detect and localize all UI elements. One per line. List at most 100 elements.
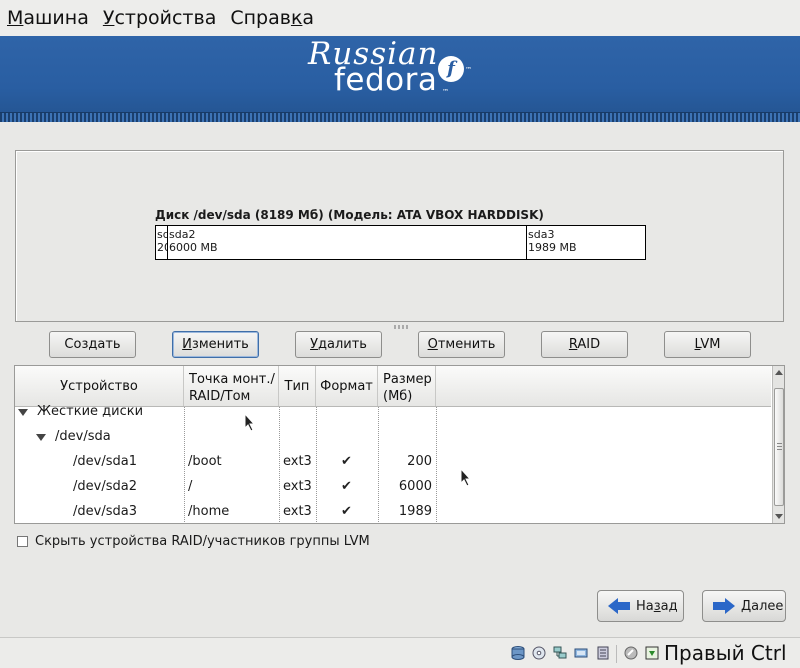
create-button[interactable]: Создать <box>49 331 136 358</box>
column-divider <box>436 407 437 523</box>
hide-raid-checkbox[interactable]: Скрыть устройства RAID/участников группы… <box>17 534 370 549</box>
edit-button-mnemonic: И <box>182 337 192 352</box>
mouse-integration-icon[interactable] <box>624 646 638 660</box>
row-size: 1989 <box>398 504 432 519</box>
menu-help-mnemonic: к <box>290 7 303 29</box>
raid-button-label: AID <box>577 337 601 352</box>
row-mount: /boot <box>188 454 222 469</box>
grip-icon <box>777 443 782 451</box>
mouse-cursor-icon <box>244 413 256 432</box>
tree-scrollbar[interactable] <box>772 366 784 523</box>
logo-fedora-text: fedora <box>334 62 438 98</box>
column-header-size[interactable]: Размер (Мб) <box>378 366 436 406</box>
partition-size: 1989 MB <box>528 241 577 254</box>
partition-size: 20 <box>157 241 167 254</box>
menu-help-label: Справ <box>230 7 291 29</box>
row-type: ext3 <box>283 479 312 494</box>
host-key-label: Правый Ctrl <box>664 641 787 665</box>
delete-button-mnemonic: У <box>310 337 318 352</box>
scrollbar-thumb[interactable] <box>774 388 784 506</box>
column-header-type[interactable]: Тип <box>279 366 316 406</box>
disk-title: Диск /dev/sda (8189 Мб) (Модель: ATA VBO… <box>155 208 544 222</box>
menu-machine[interactable]: Машина <box>0 7 96 29</box>
vm-statusbar: Правый Ctrl <box>0 637 800 668</box>
menu-machine-label: ашина <box>23 7 89 29</box>
vrdp-icon[interactable] <box>645 646 659 660</box>
hard-disk-icon[interactable] <box>511 646 525 660</box>
column-header-mount[interactable]: Точка монт./ RAID/Том <box>184 366 279 406</box>
column-header-format[interactable]: Формат <box>316 366 378 406</box>
menu-help[interactable]: Справка <box>223 7 321 29</box>
network-icon[interactable] <box>553 646 567 660</box>
disk-graphic-panel: Диск /dev/sda (8189 Мб) (Модель: ATA VBO… <box>15 150 784 322</box>
next-button[interactable]: Далее <box>702 590 786 622</box>
partition-block-sda2[interactable]: sda2 6000 MB <box>168 226 527 259</box>
fedora-infinity-icon: f <box>438 56 464 82</box>
next-button-label: Далее <box>741 598 784 614</box>
trademark-mark-2: ™ <box>442 88 449 96</box>
expander-open-icon[interactable] <box>36 434 46 441</box>
installer-banner: Russian fedora f ™ ™ <box>0 36 800 122</box>
menu-devices[interactable]: Устройства <box>96 7 223 29</box>
row-mount: /home <box>188 504 230 519</box>
column-header-device[interactable]: Устройство <box>15 366 184 406</box>
partition-block-sda1[interactable]: sd 20 <box>156 226 168 259</box>
back-button-label: Назад <box>636 598 678 614</box>
expander-open-icon[interactable] <box>18 409 28 416</box>
statusbar-separator <box>616 645 617 663</box>
delete-button[interactable]: Удалить <box>295 331 382 358</box>
column-divider <box>316 407 317 523</box>
trademark-mark: ™ <box>465 66 472 74</box>
row-device: /dev/sda2 <box>73 479 137 494</box>
partition-block-sda3[interactable]: sda3 1989 MB <box>527 226 645 259</box>
format-check-icon: ✔ <box>341 504 352 519</box>
tree-group-hard-disks[interactable]: Жесткие диски <box>37 404 143 419</box>
scroll-up-icon[interactable] <box>775 370 783 375</box>
mouse-cursor-icon <box>460 468 472 487</box>
usb-icon[interactable] <box>574 646 588 660</box>
row-type: ext3 <box>283 504 312 519</box>
cd-icon[interactable] <box>532 646 546 660</box>
hide-raid-label[interactable]: Скрыть устройства RAID/участников группы… <box>35 534 370 549</box>
partition-tree[interactable]: Устройство Точка монт./ RAID/Том Тип Фор… <box>14 365 785 524</box>
partition-name: sda3 <box>528 228 555 241</box>
disk-partition-bar: sd 20 sda2 6000 MB sda3 1989 MB <box>155 225 646 260</box>
tree-header: Устройство Точка монт./ RAID/Том Тип Фор… <box>15 366 771 407</box>
arrow-left-icon <box>608 598 630 614</box>
scroll-down-icon[interactable] <box>775 514 783 519</box>
menu-devices-label: стройства <box>114 7 217 29</box>
partition-name: sda2 <box>169 228 196 241</box>
format-check-icon: ✔ <box>341 479 352 494</box>
reset-button-mnemonic: О <box>427 337 438 352</box>
format-check-icon: ✔ <box>341 454 352 469</box>
arrow-right-icon <box>713 598 735 614</box>
raid-button[interactable]: RAID <box>541 331 628 358</box>
reset-button[interactable]: Отменить <box>418 331 505 358</box>
tree-disk-sda[interactable]: /dev/sda <box>55 429 111 444</box>
lvm-button-label: VM <box>700 337 721 352</box>
delete-button-label: далить <box>317 337 367 352</box>
menu-machine-mnemonic: М <box>7 7 24 29</box>
reset-button-label: тменить <box>437 337 496 352</box>
row-device: /dev/sda3 <box>73 504 137 519</box>
menu-devices-mnemonic: У <box>102 7 115 29</box>
checkbox-box[interactable] <box>17 536 28 547</box>
pane-splitter-handle[interactable] <box>394 325 408 329</box>
banner-stripe <box>0 112 800 122</box>
row-size: 6000 <box>398 479 432 494</box>
column-divider <box>184 407 185 523</box>
lvm-button[interactable]: LVM <box>664 331 751 358</box>
menu-help-label-end: а <box>302 7 315 29</box>
column-divider <box>279 407 280 523</box>
row-device: /dev/sda1 <box>73 454 137 469</box>
column-divider <box>378 407 379 523</box>
partition-size: 6000 MB <box>169 241 218 254</box>
row-size: 200 <box>407 454 432 469</box>
row-mount: / <box>188 479 193 494</box>
edit-button[interactable]: Изменить <box>172 331 259 358</box>
menubar: Машина Устройства Справка <box>0 0 800 36</box>
back-button[interactable]: Назад <box>597 590 684 622</box>
row-type: ext3 <box>283 454 312 469</box>
edit-button-label: зменить <box>191 337 249 352</box>
shared-folder-icon[interactable] <box>596 646 610 660</box>
